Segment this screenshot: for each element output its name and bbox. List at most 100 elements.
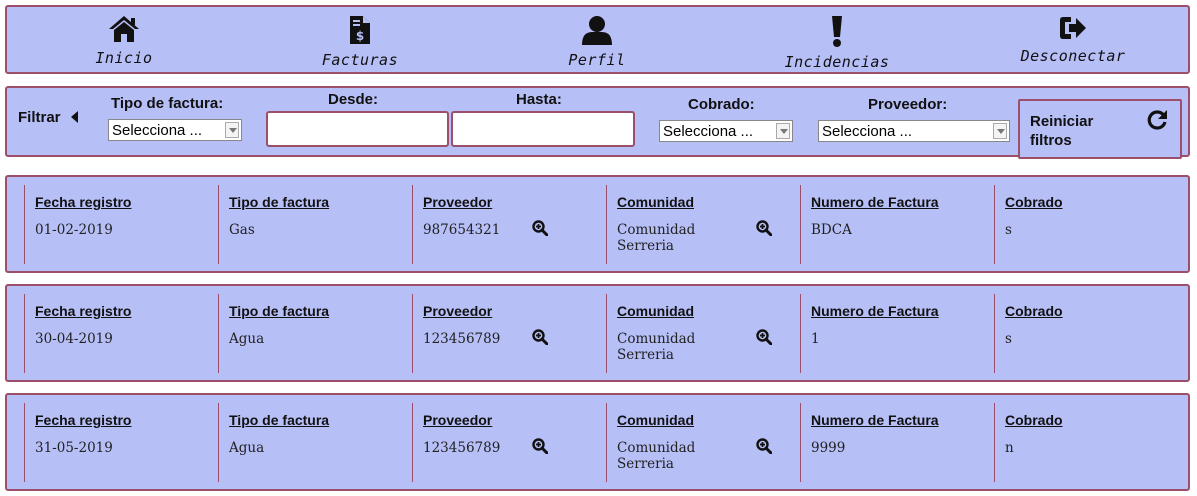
nav-perfil[interactable]: Perfil xyxy=(497,7,697,74)
hasta-label: Hasta: xyxy=(516,91,562,108)
record-value-comunidad: Comunidad Serreria xyxy=(617,440,696,472)
record-column-tipo: Tipo de factura Gas xyxy=(218,185,412,264)
nav-incidencias[interactable]: Incidencias xyxy=(737,7,937,74)
nav-inicio[interactable]: Inicio xyxy=(24,7,224,74)
record-column-cobrado: Cobrado s xyxy=(994,185,1188,264)
cobrado-select[interactable]: Selecciona ... xyxy=(659,120,793,142)
top-navigation: Inicio $ Facturas Perfil Incidencias Des… xyxy=(5,5,1190,74)
tipo-factura-label: Tipo de factura: xyxy=(111,95,224,112)
tipo-factura-value: Selecciona ... xyxy=(112,122,203,139)
record-column-numero: Numero de Factura 9999 xyxy=(800,403,994,482)
desde-label: Desde: xyxy=(328,91,379,108)
record-column-proveedor: Proveedor 123456789 xyxy=(412,294,606,373)
filter-toggle[interactable]: Filtrar xyxy=(18,109,79,127)
record-value-tipo: Gas xyxy=(229,222,255,238)
invoice-record: Fecha registro 30-04-2019 Tipo de factura A… xyxy=(5,284,1190,382)
column-header-cobrado: Cobrado xyxy=(1005,303,1063,319)
record-value-cobrado: s xyxy=(1005,222,1012,238)
column-header-cobrado: Cobrado xyxy=(1005,194,1063,210)
reset-filters-label: Reiniciar filtros xyxy=(1030,113,1094,149)
record-value-proveedor: 987654321 xyxy=(423,222,501,238)
record-value-fecha: 31-05-2019 xyxy=(35,440,113,456)
zoom-in-icon[interactable] xyxy=(756,220,773,241)
record-value-tipo: Agua xyxy=(229,440,265,456)
proveedor-label: Proveedor: xyxy=(868,96,948,113)
record-value-numero: BDCA xyxy=(811,222,852,238)
column-header-fecha: Fecha registro xyxy=(35,303,132,319)
record-column-comunidad: Comunidad Comunidad Serreria xyxy=(606,185,800,264)
record-column-comunidad: Comunidad Comunidad Serreria xyxy=(606,294,800,373)
record-column-tipo: Tipo de factura Agua xyxy=(218,294,412,373)
column-header-fecha: Fecha registro xyxy=(35,412,132,428)
caret-left-icon xyxy=(70,111,78,123)
svg-text:$: $ xyxy=(356,29,364,43)
nav-desconectar-label: Desconectar xyxy=(1020,47,1126,65)
proveedor-value: Selecciona ... xyxy=(822,123,913,140)
record-column-comunidad: Comunidad Comunidad Serreria xyxy=(606,403,800,482)
zoom-in-icon[interactable] xyxy=(532,329,549,350)
column-header-comunidad: Comunidad xyxy=(617,194,694,210)
nav-facturas-label: Facturas xyxy=(321,51,399,69)
invoice-record: Fecha registro 31-05-2019 Tipo de factura A… xyxy=(5,393,1190,491)
record-value-numero: 1 xyxy=(811,331,820,347)
record-column-fecha: Fecha registro 31-05-2019 xyxy=(24,403,218,482)
column-header-tipo: Tipo de factura xyxy=(229,194,330,210)
cobrado-value: Selecciona ... xyxy=(663,123,754,140)
record-column-fecha: Fecha registro 30-04-2019 xyxy=(24,294,218,373)
hasta-date-input[interactable] xyxy=(451,111,635,147)
zoom-in-icon[interactable] xyxy=(532,220,549,241)
record-value-comunidad: Comunidad Serreria xyxy=(617,222,696,254)
zoom-in-icon[interactable] xyxy=(756,329,773,350)
record-column-proveedor: Proveedor 987654321 xyxy=(412,185,606,264)
column-header-proveedor: Proveedor xyxy=(423,412,493,428)
exclamation-icon xyxy=(832,16,842,47)
column-header-proveedor: Proveedor xyxy=(423,194,493,210)
redo-icon xyxy=(1147,110,1167,130)
filter-toggle-label: Filtrar xyxy=(18,109,61,126)
reset-filters-button[interactable]: Reiniciar filtros xyxy=(1018,99,1182,159)
column-header-tipo: Tipo de factura xyxy=(229,412,330,428)
record-value-comunidad: Comunidad Serreria xyxy=(617,331,696,363)
record-column-cobrado: Cobrado n xyxy=(994,403,1188,482)
desde-date-input[interactable] xyxy=(266,111,449,147)
record-column-tipo: Tipo de factura Agua xyxy=(218,403,412,482)
column-header-comunidad: Comunidad xyxy=(617,303,694,319)
record-value-cobrado: s xyxy=(1005,331,1012,347)
nav-perfil-label: Perfil xyxy=(568,51,626,69)
column-header-cobrado: Cobrado xyxy=(1005,412,1063,428)
user-icon xyxy=(582,16,612,45)
record-column-proveedor: Proveedor 123456789 xyxy=(412,403,606,482)
record-value-tipo: Agua xyxy=(229,331,265,347)
proveedor-select[interactable]: Selecciona ... xyxy=(818,120,1010,142)
record-value-proveedor: 123456789 xyxy=(423,440,501,456)
record-value-numero: 9999 xyxy=(811,440,846,456)
tipo-factura-select[interactable]: Selecciona ... xyxy=(108,119,242,141)
record-column-cobrado: Cobrado s xyxy=(994,294,1188,373)
chevron-down-icon xyxy=(225,122,239,138)
invoice-icon: $ xyxy=(350,16,370,44)
column-header-comunidad: Comunidad xyxy=(617,412,694,428)
column-header-tipo: Tipo de factura xyxy=(229,303,330,319)
nav-inicio-label: Inicio xyxy=(95,49,153,67)
sign-out-icon xyxy=(1060,17,1086,39)
record-value-fecha: 01-02-2019 xyxy=(35,222,113,238)
zoom-in-icon[interactable] xyxy=(756,438,773,459)
nav-desconectar[interactable]: Desconectar xyxy=(973,7,1173,74)
record-column-numero: Numero de Factura 1 xyxy=(800,294,994,373)
record-value-fecha: 30-04-2019 xyxy=(35,331,113,347)
record-column-fecha: Fecha registro 01-02-2019 xyxy=(24,185,218,264)
home-icon xyxy=(109,16,139,42)
chevron-down-icon xyxy=(993,123,1007,139)
record-value-proveedor: 123456789 xyxy=(423,331,501,347)
column-header-numero: Numero de Factura xyxy=(811,194,939,210)
cobrado-label: Cobrado: xyxy=(688,96,755,113)
record-value-cobrado: n xyxy=(1005,440,1014,456)
filter-bar: Filtrar Tipo de factura: Selecciona ... … xyxy=(5,86,1190,159)
column-header-proveedor: Proveedor xyxy=(423,303,493,319)
nav-incidencias-label: Incidencias xyxy=(784,53,890,71)
zoom-in-icon[interactable] xyxy=(532,438,549,459)
column-header-numero: Numero de Factura xyxy=(811,303,939,319)
record-column-numero: Numero de Factura BDCA xyxy=(800,185,994,264)
chevron-down-icon xyxy=(776,123,790,139)
nav-facturas[interactable]: $ Facturas xyxy=(260,7,460,74)
